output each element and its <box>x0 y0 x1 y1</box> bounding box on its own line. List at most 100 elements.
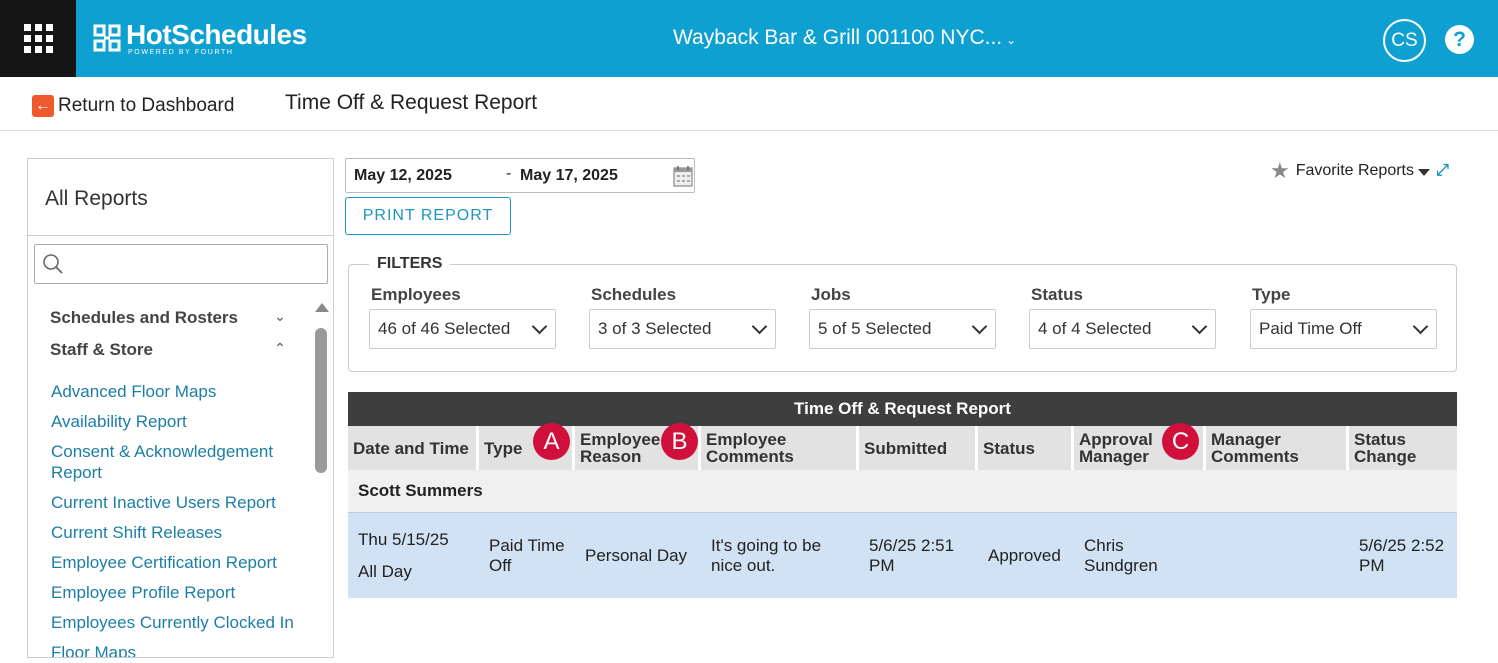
chevron-down-icon <box>751 318 768 334</box>
start-date[interactable]: May 12, 2025 <box>354 167 452 185</box>
report-link[interactable]: Availability Report <box>51 411 301 432</box>
report-link[interactable]: Current Shift Releases <box>51 522 301 543</box>
filter-type: Type Paid Time Off <box>1250 285 1437 349</box>
category-label: Staff & Store <box>50 340 153 359</box>
favorite-reports-label: Favorite Reports <box>1295 162 1414 179</box>
scroll-thumb[interactable] <box>315 328 327 473</box>
report-link[interactable]: Employee Certification Report <box>51 552 301 573</box>
cell-status: Approved <box>988 545 1061 565</box>
location-selector[interactable]: Wayback Bar & Grill 001100 NYC... ⌄ <box>673 26 1016 50</box>
end-date[interactable]: May 17, 2025 <box>520 167 618 185</box>
cell-date: Thu 5/15/25 <box>358 529 449 549</box>
table-row[interactable]: Thu 5/15/25 All Day Paid Time Off Person… <box>348 512 1457 598</box>
header-line: Reason <box>580 447 642 466</box>
report-link[interactable]: Employee Profile Report <box>51 582 301 603</box>
column-header[interactable]: Manager Comments <box>1206 426 1349 470</box>
divider <box>28 235 333 236</box>
reports-sidebar: All Reports Schedules and Rosters ⌄ Staf… <box>27 158 334 658</box>
column-header[interactable]: Status Change <box>1349 426 1457 470</box>
header-line: Employee <box>580 430 661 449</box>
expand-icon[interactable]: ⤢ <box>1436 162 1449 180</box>
header-line: Manager <box>1211 430 1281 449</box>
filter-value: Paid Time Off <box>1259 319 1362 338</box>
filter-value: 46 of 46 Selected <box>378 319 511 338</box>
cell-type: Paid Time Off <box>489 535 565 575</box>
report-link[interactable]: Consent & Acknowledgement Report <box>51 441 301 483</box>
status-dropdown[interactable]: 4 of 4 Selected <box>1029 309 1216 349</box>
cell-submitted: 5/6/25 2:51 PM <box>869 535 955 575</box>
chevron-down-icon <box>531 318 548 334</box>
report-link[interactable]: Advanced Floor Maps <box>51 381 301 402</box>
location-name: Wayback Bar & Grill 001100 NYC... <box>673 26 1003 49</box>
category-schedules-and-rosters[interactable]: Schedules and Rosters ⌄ <box>50 308 290 328</box>
report-table: Time Off & Request Report Date and Time … <box>348 392 1457 598</box>
cell-status-change: 5/6/25 2:52 PM <box>1359 535 1445 575</box>
cell-approval-manager: Chris Sundgren <box>1084 535 1158 575</box>
report-link[interactable]: Floor Maps <box>51 642 301 657</box>
chevron-down-icon: ⌄ <box>274 308 286 324</box>
header-line: Date and Time <box>353 438 469 458</box>
sidebar-scrollbar[interactable] <box>315 303 329 663</box>
report-search-input[interactable] <box>34 244 328 284</box>
app-launcher-button[interactable] <box>0 0 76 77</box>
print-report-button[interactable]: PRINT REPORT <box>345 197 511 235</box>
chevron-down-icon <box>1412 318 1429 334</box>
filter-status: Status 4 of 4 Selected <box>1029 285 1216 349</box>
employee-group-row: Scott Summers <box>348 470 1457 512</box>
back-arrow-icon: ← <box>32 95 54 117</box>
header-line: Status <box>1354 430 1406 449</box>
report-link-list: Advanced Floor Maps Availability Report … <box>51 381 301 657</box>
filter-label: Schedules <box>591 285 677 304</box>
calendar-icon[interactable] <box>673 165 693 187</box>
type-dropdown[interactable]: Paid Time Off <box>1250 309 1437 349</box>
user-avatar[interactable]: CS <box>1383 19 1426 62</box>
table-title: Time Off & Request Report <box>348 392 1457 426</box>
star-icon[interactable]: ★ <box>1270 158 1290 184</box>
caret-down-icon <box>1418 168 1430 176</box>
chevron-down-icon <box>1191 318 1208 334</box>
top-bar: HotSchedules POWERED BY FOURTH Wayback B… <box>0 0 1498 77</box>
column-header[interactable]: Employee Comments <box>701 426 859 470</box>
column-header[interactable]: Submitted <box>859 426 978 470</box>
scroll-up-arrow-icon[interactable] <box>315 303 329 312</box>
table-header-row: Date and Time Type Employee Reason Employ… <box>348 426 1457 470</box>
jobs-dropdown[interactable]: 5 of 5 Selected <box>809 309 996 349</box>
page-title: Time Off & Request Report <box>285 91 538 114</box>
filters-legend: FILTERS <box>369 255 451 273</box>
report-link[interactable]: Current Inactive Users Report <box>51 492 301 513</box>
filters-panel: FILTERS Employees 46 of 46 Selected Sche… <box>348 255 1457 372</box>
filter-schedules: Schedules 3 of 3 Selected <box>589 285 776 349</box>
category-staff-and-store[interactable]: Staff & Store ⌃ <box>50 340 290 360</box>
header-line: Employee <box>706 430 787 449</box>
schedules-dropdown[interactable]: 3 of 3 Selected <box>589 309 776 349</box>
header-line: Status <box>983 438 1035 458</box>
column-header[interactable]: Date and Time <box>348 426 479 470</box>
header-line: Approval <box>1079 430 1153 449</box>
filter-label: Status <box>1031 285 1083 304</box>
category-label: Schedules and Rosters <box>50 308 239 327</box>
chevron-down-icon <box>971 318 988 334</box>
filter-jobs: Jobs 5 of 5 Selected <box>809 285 996 349</box>
return-label: Return to Dashboard <box>58 95 235 116</box>
sub-header: ← Return to Dashboard Time Off & Request… <box>0 77 1498 131</box>
header-line: Comments <box>1211 447 1299 466</box>
chevron-down-icon: ⌄ <box>1006 33 1017 47</box>
brand-tagline: POWERED BY FOURTH <box>128 49 234 56</box>
report-link[interactable]: Employees Currently Clocked In <box>51 612 301 633</box>
help-icon[interactable]: ? <box>1445 25 1474 54</box>
header-line: Change <box>1354 447 1417 466</box>
filter-label: Employees <box>371 285 461 304</box>
sidebar-title: All Reports <box>45 187 148 210</box>
favorite-reports-menu[interactable]: ★ Favorite Reports ⤢ <box>1270 158 1449 184</box>
search-icon <box>43 254 63 274</box>
annotation-badge-b: B <box>661 423 698 460</box>
brand-logo[interactable]: HotSchedules POWERED BY FOURTH <box>92 20 307 56</box>
filter-value: 3 of 3 Selected <box>598 319 712 338</box>
annotation-badge-a: A <box>533 423 570 460</box>
return-to-dashboard-link[interactable]: ← Return to Dashboard <box>32 95 234 117</box>
header-line: Comments <box>706 447 794 466</box>
employees-dropdown[interactable]: 46 of 46 Selected <box>369 309 556 349</box>
date-range-picker[interactable]: May 12, 2025 - May 17, 2025 <box>345 158 695 193</box>
annotation-badge-c: C <box>1162 423 1199 460</box>
column-header[interactable]: Status <box>978 426 1074 470</box>
